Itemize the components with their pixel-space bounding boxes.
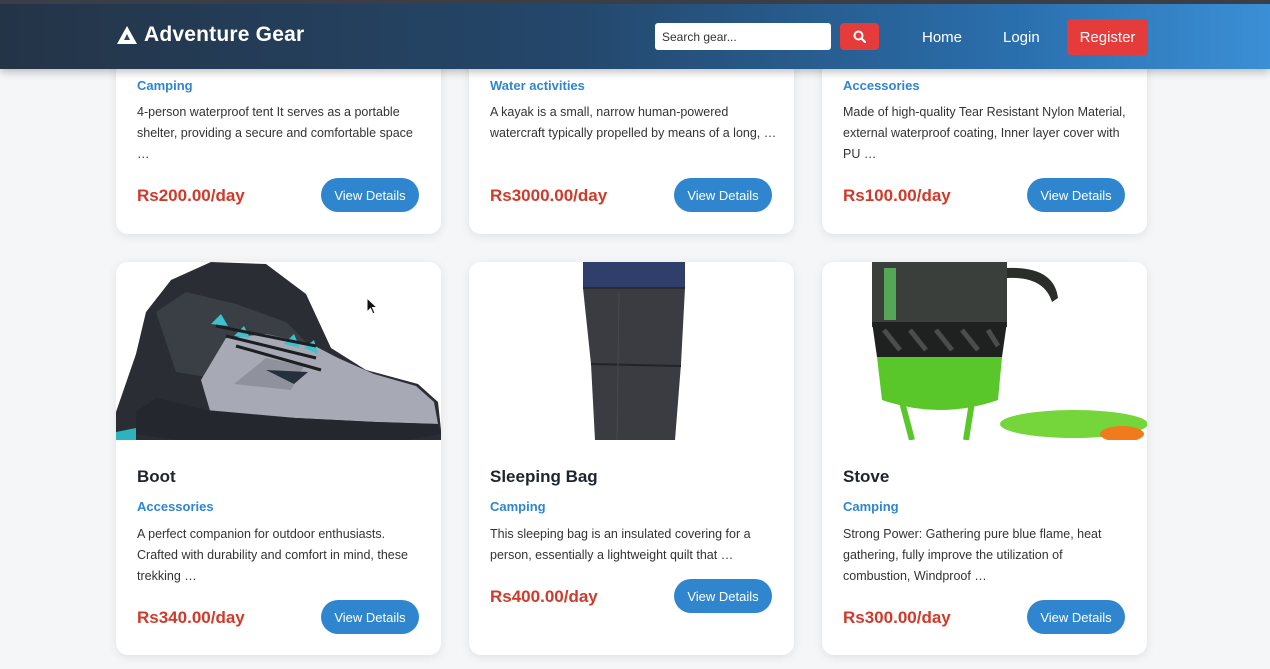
boot-image[interactable] [116, 262, 441, 440]
product-price: Rs200.00/day [137, 186, 245, 205]
product-description: Made of high-quality Tear Resistant Nylo… [843, 105, 1126, 161]
product-card-stove: Stove Camping Strong Power: Gathering pu… [822, 262, 1147, 655]
search-input[interactable] [655, 23, 831, 50]
product-card-boot: Boot Accessories A perfect companion for… [116, 262, 441, 655]
product-name[interactable]: Stove [843, 467, 889, 487]
view-details-button[interactable]: View Details [321, 178, 419, 212]
product-category[interactable]: Camping [843, 499, 899, 514]
view-details-button[interactable]: View Details [321, 600, 419, 634]
nav-login-link[interactable]: Login [1003, 29, 1040, 46]
brand-link[interactable]: Adventure Gear [116, 23, 304, 47]
stove-icon [872, 262, 1147, 440]
product-name[interactable]: Sleeping Bag [490, 467, 598, 487]
product-price: Rs100.00/day [843, 186, 951, 205]
mountain-icon [117, 26, 137, 44]
mouse-cursor-icon [366, 297, 378, 315]
product-name[interactable]: Boot [137, 467, 176, 487]
product-description: This sleeping bag is an insulated coveri… [490, 527, 751, 562]
register-button[interactable]: Register [1067, 19, 1148, 55]
nav-home-link[interactable]: Home [922, 29, 962, 46]
product-category[interactable]: Camping [490, 499, 546, 514]
product-price: Rs340.00/day [137, 608, 245, 627]
product-category[interactable]: Accessories [843, 78, 920, 93]
brand-title: Adventure Gear [144, 23, 305, 46]
product-price: Rs300.00/day [843, 608, 951, 627]
window-top-strip [0, 0, 1270, 4]
search-button[interactable] [840, 23, 879, 50]
navbar: Adventure Gear Home Login Register [0, 4, 1270, 69]
product-category[interactable]: Water activities [490, 78, 585, 93]
product-category[interactable]: Accessories [137, 499, 214, 514]
product-description: 4-person waterproof tent It serves as a … [137, 105, 413, 161]
view-details-button[interactable]: View Details [674, 178, 772, 212]
boot-icon [116, 262, 441, 440]
view-details-button[interactable]: View Details [1027, 178, 1125, 212]
stove-image[interactable] [822, 262, 1147, 440]
product-category[interactable]: Camping [137, 78, 193, 93]
sleeping-bag-image[interactable] [469, 262, 794, 440]
product-price: Rs400.00/day [490, 587, 598, 606]
search-icon [853, 30, 866, 43]
view-details-button[interactable]: View Details [674, 579, 772, 613]
product-price: Rs3000.00/day [490, 186, 608, 205]
sleeping-bag-icon [583, 262, 685, 440]
product-description: Strong Power: Gathering pure blue flame,… [843, 527, 1102, 583]
product-card-sleeping-bag: Sleeping Bag Camping This sleeping bag i… [469, 262, 794, 655]
product-description: A kayak is a small, narrow human-powered… [490, 105, 777, 140]
view-details-button[interactable]: View Details [1027, 600, 1125, 634]
product-description: A perfect companion for outdoor enthusia… [137, 527, 408, 583]
